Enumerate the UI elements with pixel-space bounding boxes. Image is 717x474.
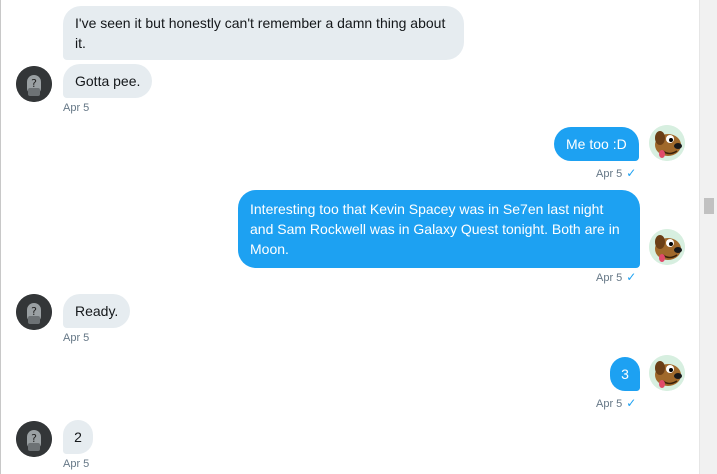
- scooby-doo-avatar-icon: [649, 355, 685, 391]
- svg-text:?: ?: [31, 305, 37, 318]
- checkmark-icon: ✓: [626, 166, 637, 180]
- default-avatar-icon: ?: [16, 66, 52, 102]
- scooby-doo-avatar-icon: [649, 229, 685, 265]
- timestamp-text: Apr 5: [596, 272, 623, 284]
- scrollbar-thumb[interactable]: [704, 198, 714, 214]
- svg-text:?: ?: [31, 77, 37, 90]
- user-avatar[interactable]: [649, 125, 685, 161]
- message-text: Me too :D: [566, 136, 627, 152]
- message-text: Ready.: [75, 303, 119, 319]
- checkmark-icon: ✓: [626, 396, 637, 410]
- user-avatar[interactable]: [649, 355, 685, 391]
- contact-avatar[interactable]: ?: [16, 66, 52, 102]
- timestamp-text: Apr 5: [596, 398, 623, 410]
- message-text: Gotta pee.: [75, 73, 141, 89]
- message-timestamp: Apr 5 ✓: [596, 270, 636, 284]
- received-message[interactable]: I've seen it but honestly can't remember…: [63, 6, 464, 60]
- timestamp-text: Apr 5: [596, 168, 623, 180]
- default-avatar-icon: ?: [16, 294, 52, 330]
- checkmark-icon: ✓: [626, 270, 637, 284]
- message-thread[interactable]: I've seen it but honestly can't remember…: [1, 0, 699, 474]
- message-timestamp: Apr 5 ✓: [596, 166, 636, 180]
- contact-avatar[interactable]: ?: [16, 421, 52, 457]
- message-timestamp: Apr 5: [63, 102, 90, 114]
- message-timestamp: Apr 5 ✓: [596, 396, 636, 410]
- sent-message[interactable]: 3: [610, 357, 640, 391]
- svg-text:?: ?: [31, 432, 37, 445]
- message-timestamp: Apr 5: [63, 458, 90, 470]
- default-avatar-icon: ?: [16, 421, 52, 457]
- message-text: 2: [74, 429, 82, 445]
- received-message[interactable]: Gotta pee.: [63, 64, 153, 98]
- sent-message[interactable]: Interesting too that Kevin Spacey was in…: [238, 190, 640, 268]
- user-avatar[interactable]: [649, 229, 685, 265]
- scrollbar[interactable]: [699, 0, 717, 474]
- scooby-doo-avatar-icon: [649, 125, 685, 161]
- message-text: Interesting too that Kevin Spacey was in…: [250, 201, 620, 257]
- received-message[interactable]: Ready.: [63, 294, 131, 328]
- contact-avatar[interactable]: ?: [16, 294, 52, 330]
- sent-message[interactable]: Me too :D: [554, 127, 639, 161]
- message-text: I've seen it but honestly can't remember…: [75, 15, 446, 51]
- message-timestamp: Apr 5: [63, 332, 90, 344]
- message-text: 3: [621, 366, 629, 382]
- received-message[interactable]: 2: [63, 420, 93, 454]
